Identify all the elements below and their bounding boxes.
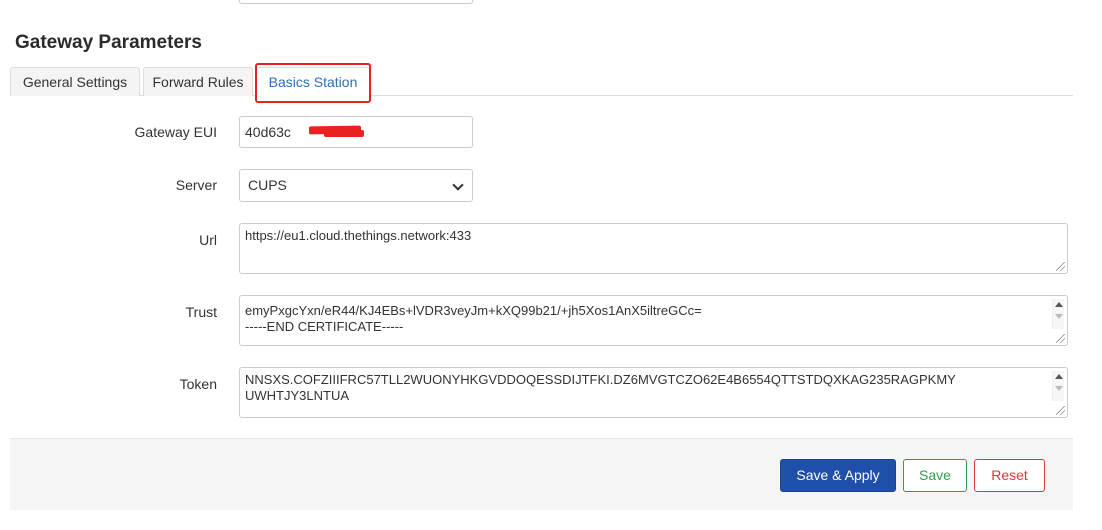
server-select[interactable]: CUPS — [239, 169, 473, 202]
scroll-down-icon[interactable] — [1055, 314, 1063, 319]
trust-textarea[interactable]: emyPxgcYxn/eR44/KJ4EBs+lVDR3veyJm+kXQ99b… — [239, 295, 1068, 346]
trust-clipped-line — [245, 296, 1062, 303]
section-title: Gateway Parameters — [15, 32, 202, 53]
token-line-2: UWHTJY3LNTUA — [245, 388, 350, 403]
trust-label: Trust — [185, 304, 217, 320]
url-value: https://eu1.cloud.thethings.network:433 — [245, 228, 472, 243]
url-label: Url — [199, 232, 217, 248]
token-textarea[interactable]: NNSXS.COFZIIIFRC57TLL2WUONYHKGVDDOQESSDI… — [239, 367, 1068, 418]
gateway-eui-label: Gateway EUI — [134, 124, 217, 140]
url-textarea[interactable]: https://eu1.cloud.thethings.network:433 — [239, 223, 1068, 274]
scroll-down-icon[interactable] — [1055, 386, 1063, 391]
gateway-eui-value: 40d63c — [245, 124, 291, 140]
server-selected-value: CUPS — [248, 177, 287, 193]
resize-handle-icon[interactable] — [1056, 262, 1065, 271]
tab-general-settings[interactable]: General Settings — [10, 67, 140, 96]
gateway-eui-input[interactable]: 40d63c — [239, 116, 473, 148]
tab-bar: General Settings Forward Rules Basics St… — [10, 67, 1073, 97]
trust-line-1: emyPxgcYxn/eR44/KJ4EBs+lVDR3veyJm+kXQ99b… — [245, 303, 702, 318]
resize-handle-icon[interactable] — [1056, 406, 1065, 415]
previous-field-input[interactable] — [239, 0, 473, 4]
reset-button[interactable]: Reset — [974, 459, 1045, 492]
resize-handle-icon[interactable] — [1056, 334, 1065, 343]
tab-basics-station[interactable]: Basics Station — [256, 67, 370, 97]
scrollbar[interactable] — [1052, 371, 1064, 401]
redaction-mark — [324, 130, 364, 137]
token-label: Token — [179, 376, 217, 392]
save-apply-button[interactable]: Save & Apply — [780, 459, 896, 492]
trust-line-2: -----END CERTIFICATE----- — [245, 319, 404, 334]
tab-forward-rules[interactable]: Forward Rules — [143, 67, 253, 96]
scroll-up-icon[interactable] — [1055, 302, 1063, 307]
server-label: Server — [175, 177, 217, 193]
chevron-down-icon — [452, 179, 464, 191]
scroll-up-icon[interactable] — [1055, 374, 1063, 379]
token-line-1: NNSXS.COFZIIIFRC57TLL2WUONYHKGVDDOQESSDI… — [245, 372, 956, 387]
scrollbar[interactable] — [1052, 299, 1064, 329]
save-button[interactable]: Save — [903, 459, 967, 492]
